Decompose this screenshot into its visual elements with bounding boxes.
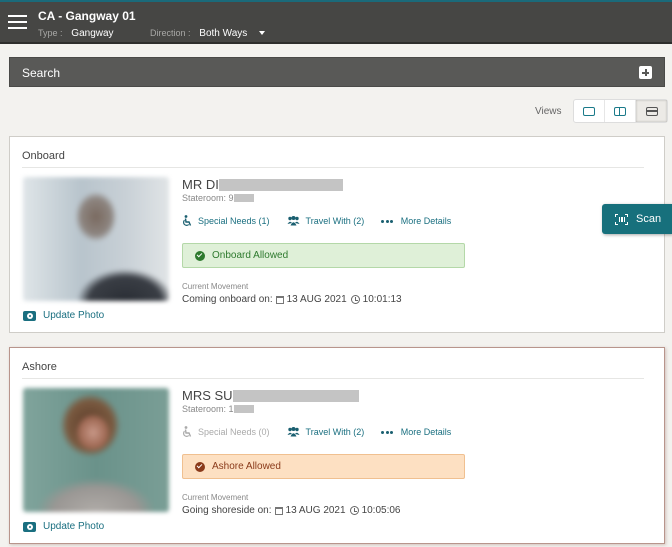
guest-photo: [23, 177, 169, 301]
status-label: Ashore Allowed: [212, 461, 281, 472]
barcode-scan-icon: [615, 213, 628, 225]
scan-label: Scan: [636, 213, 662, 225]
divider: [22, 167, 644, 168]
camera-icon: [23, 310, 36, 321]
special-needs-link[interactable]: Special Needs (1): [182, 215, 270, 227]
views-label: Views: [535, 106, 562, 117]
more-details-link[interactable]: More Details: [381, 427, 451, 437]
clock-icon: [349, 506, 359, 515]
more-details-label: More Details: [400, 216, 452, 226]
guest-name-prefix: MR DI: [182, 177, 219, 192]
search-panel[interactable]: Search: [9, 57, 665, 87]
group-icon: [287, 427, 300, 437]
more-details-link[interactable]: More Details: [381, 216, 451, 226]
more-details-label: More Details: [400, 427, 452, 437]
wheelchair-icon: [183, 426, 192, 437]
single-view-icon: [583, 106, 595, 116]
travel-with-label: Travel With (2): [305, 427, 365, 437]
movement-line: Coming onboard on: 13 AUG 2021 10:01:13: [182, 294, 402, 305]
type-label: Type :: [38, 28, 63, 38]
movement-line: Going shoreside on: 13 AUG 2021 10:05:06: [182, 505, 401, 516]
redacted-stateroom: [233, 194, 254, 202]
travel-with-link[interactable]: Travel With (2): [287, 216, 365, 226]
divider: [22, 378, 644, 379]
expand-search-plus-icon[interactable]: [639, 66, 652, 79]
search-title[interactable]: Search: [22, 66, 60, 80]
scan-button[interactable]: Scan: [602, 204, 672, 234]
split-view-icon: [614, 106, 626, 116]
movement-date: 13 AUG 2021: [286, 294, 347, 305]
calendar-icon: [274, 506, 283, 515]
redacted-stateroom: [233, 405, 254, 413]
redacted-name: [218, 178, 343, 191]
top-bar: CA - Gangway 01 Type : Gangway Direction…: [0, 0, 672, 44]
card-section-title: Ashore: [22, 361, 57, 373]
stacked-view-button[interactable]: [636, 100, 667, 122]
movement-time: 10:01:13: [362, 294, 402, 305]
special-needs-label: Special Needs (1): [198, 216, 270, 226]
current-movement-label: Current Movement: [182, 282, 249, 291]
travel-with-link[interactable]: Travel With (2): [287, 427, 365, 437]
update-photo-link[interactable]: Update Photo: [23, 310, 104, 321]
redacted-name: [232, 389, 359, 402]
caret-down-icon[interactable]: [259, 31, 266, 36]
camera-icon: [23, 521, 36, 532]
guest-name-prefix: MRS SU: [182, 388, 233, 403]
stateroom-label: Stateroom:: [182, 193, 227, 203]
status-badge-onboard-allowed: Onboard Allowed: [182, 243, 465, 268]
status-badge-ashore-allowed: Ashore Allowed: [182, 454, 465, 479]
special-needs-link: Special Needs (0): [182, 426, 270, 438]
guest-name: MRS SU: [182, 388, 359, 403]
check-circle-icon: [195, 461, 205, 472]
single-view-button[interactable]: [574, 100, 605, 122]
update-photo-label: Update Photo: [43, 310, 105, 321]
group-icon: [287, 216, 300, 226]
guest-links: Special Needs (1) Travel With (2) More D…: [182, 215, 468, 227]
ellipsis-icon: [381, 430, 395, 434]
type-value: Gangway: [71, 28, 114, 39]
stateroom: Stateroom: 9: [182, 193, 254, 203]
gangway-title: CA - Gangway 01: [38, 9, 136, 23]
stateroom-label: Stateroom:: [182, 404, 227, 414]
status-label: Onboard Allowed: [212, 250, 289, 261]
card-section-title: Onboard: [22, 150, 65, 162]
ellipsis-icon: [381, 219, 395, 223]
movement-text: Coming onboard on:: [182, 294, 273, 305]
guest-links: Special Needs (0) Travel With (2) More D…: [182, 426, 468, 438]
guest-card-onboard: Onboard Update Photo MR DI Stateroom: 9 …: [9, 136, 665, 333]
movement-time: 10:05:06: [361, 505, 401, 516]
movement-text: Going shoreside on:: [182, 505, 272, 516]
split-view-button[interactable]: [605, 100, 636, 122]
clock-icon: [350, 295, 360, 304]
direction-label: Direction :: [150, 28, 191, 38]
guest-photo: [23, 388, 169, 512]
update-photo-link[interactable]: Update Photo: [23, 521, 104, 532]
stacked-view-icon: [645, 106, 658, 116]
travel-with-label: Travel With (2): [305, 216, 365, 226]
views-toggle-group: [573, 99, 668, 123]
calendar-icon: [275, 295, 284, 304]
movement-date: 13 AUG 2021: [285, 505, 346, 516]
wheelchair-icon: [183, 215, 192, 226]
current-movement-label: Current Movement: [182, 493, 249, 502]
type-info: Type : Gangway: [38, 28, 114, 39]
stateroom: Stateroom: 1: [182, 404, 254, 414]
update-photo-label: Update Photo: [43, 521, 105, 532]
hamburger-menu-icon[interactable]: [8, 15, 27, 30]
special-needs-label: Special Needs (0): [198, 427, 270, 437]
direction-select[interactable]: Direction : Both Ways: [150, 28, 266, 39]
check-circle-icon: [195, 250, 205, 261]
guest-name: MR DI: [182, 177, 343, 192]
direction-value[interactable]: Both Ways: [199, 28, 247, 39]
guest-card-ashore: Ashore Update Photo MRS SU Stateroom: 1 …: [9, 347, 665, 544]
